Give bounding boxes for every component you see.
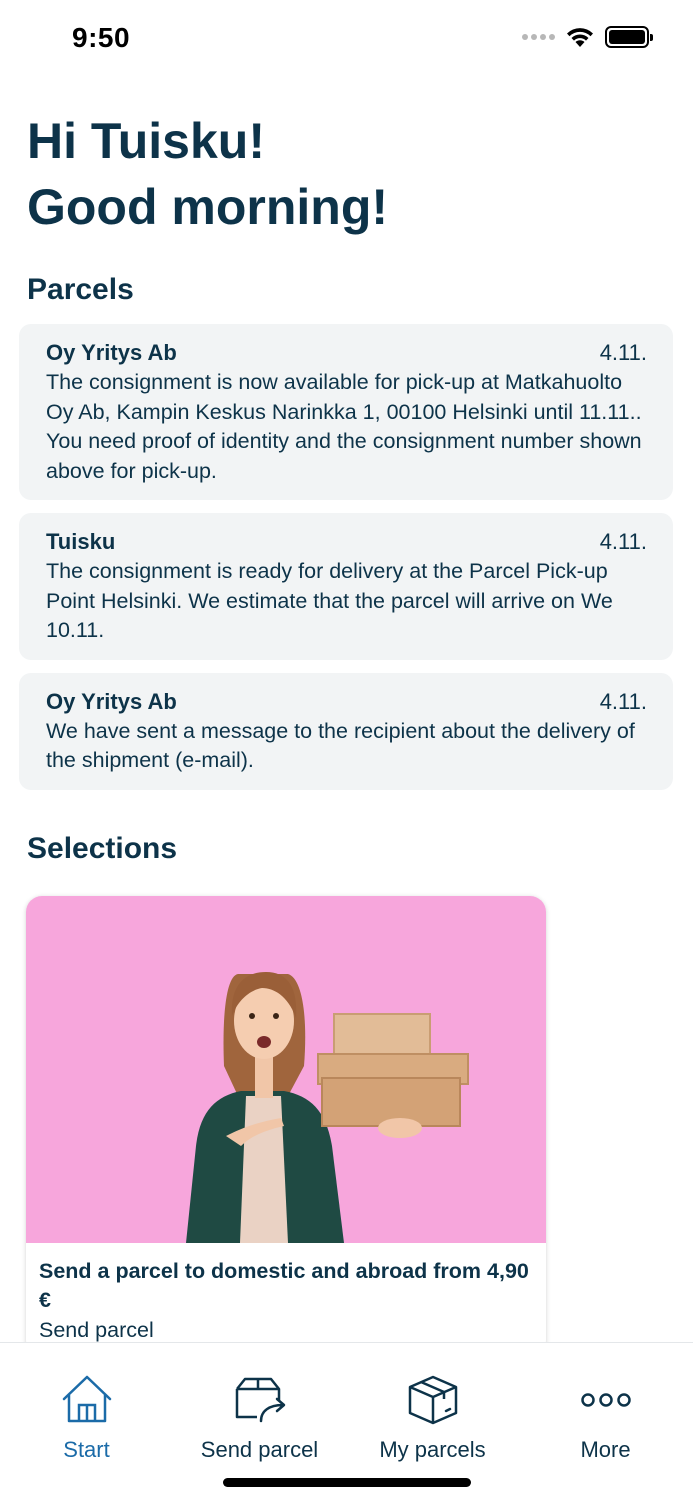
battery-icon (605, 26, 653, 48)
home-indicator[interactable] (223, 1478, 471, 1487)
greeting-line-2: Good morning! (27, 179, 389, 235)
parcel-message: The consignment is ready for delivery at… (46, 559, 613, 642)
parcel-date: 4.11. (599, 340, 647, 365)
parcel-date: 4.11. (599, 688, 647, 714)
tab-start-label: Start (63, 1437, 110, 1462)
parcel-list: Oy Yritys Ab 4.11. The consignment is no… (19, 324, 673, 803)
tab-send-parcel-label: Send parcel (200, 1437, 319, 1462)
greeting: Hi Tuisku! Good morning! (27, 108, 388, 240)
tab-start[interactable]: Start (0, 1343, 173, 1473)
parcel-card[interactable]: Oy Yritys Ab 4.11. We have sent a messag… (19, 672, 673, 790)
cellular-signal-icon (522, 34, 555, 40)
selections-section-title: Selections (27, 832, 178, 865)
send-parcel-link[interactable]: Send parcel (39, 1315, 533, 1345)
selection-title: Send a parcel to domestic and abroad fro… (39, 1259, 529, 1312)
woman-holding-boxes-illustration (186, 972, 469, 1243)
parcel-message: We have sent a message to the recipient … (46, 718, 635, 773)
box-icon (408, 1375, 457, 1425)
parcels-section-title: Parcels (27, 273, 134, 306)
selection-image (26, 896, 546, 1243)
parcel-sender: Oy Yritys Ab (46, 688, 177, 714)
parcel-card[interactable]: Tuisku 4.11. The consignment is ready fo… (19, 513, 673, 660)
parcel-card[interactable]: Oy Yritys Ab 4.11. The consignment is no… (19, 324, 673, 500)
status-time: 9:50 (72, 22, 131, 53)
wifi-icon (567, 28, 593, 47)
tab-more[interactable]: More (519, 1343, 692, 1473)
tab-more-label: More (580, 1437, 631, 1462)
send-parcel-icon (235, 1377, 285, 1423)
greeting-line-1: Hi Tuisku! (27, 113, 265, 169)
home-icon (62, 1375, 111, 1423)
selection-card[interactable]: Send a parcel to domestic and abroad fro… (26, 896, 546, 1356)
status-icons (522, 26, 653, 48)
parcel-sender: Tuisku (46, 529, 116, 554)
parcel-message: The consignment is now available for pic… (46, 370, 642, 483)
status-bar: 9:50 (0, 0, 693, 80)
parcel-sender: Oy Yritys Ab (46, 340, 177, 365)
tab-bar: Start Send parcel My parcels More (0, 1342, 693, 1500)
tab-my-parcels-label: My parcels (379, 1437, 486, 1462)
tab-my-parcels[interactable]: My parcels (346, 1343, 519, 1473)
tab-send-parcel[interactable]: Send parcel (173, 1343, 346, 1473)
parcel-date: 4.11. (599, 529, 647, 554)
more-icon (580, 1393, 631, 1407)
